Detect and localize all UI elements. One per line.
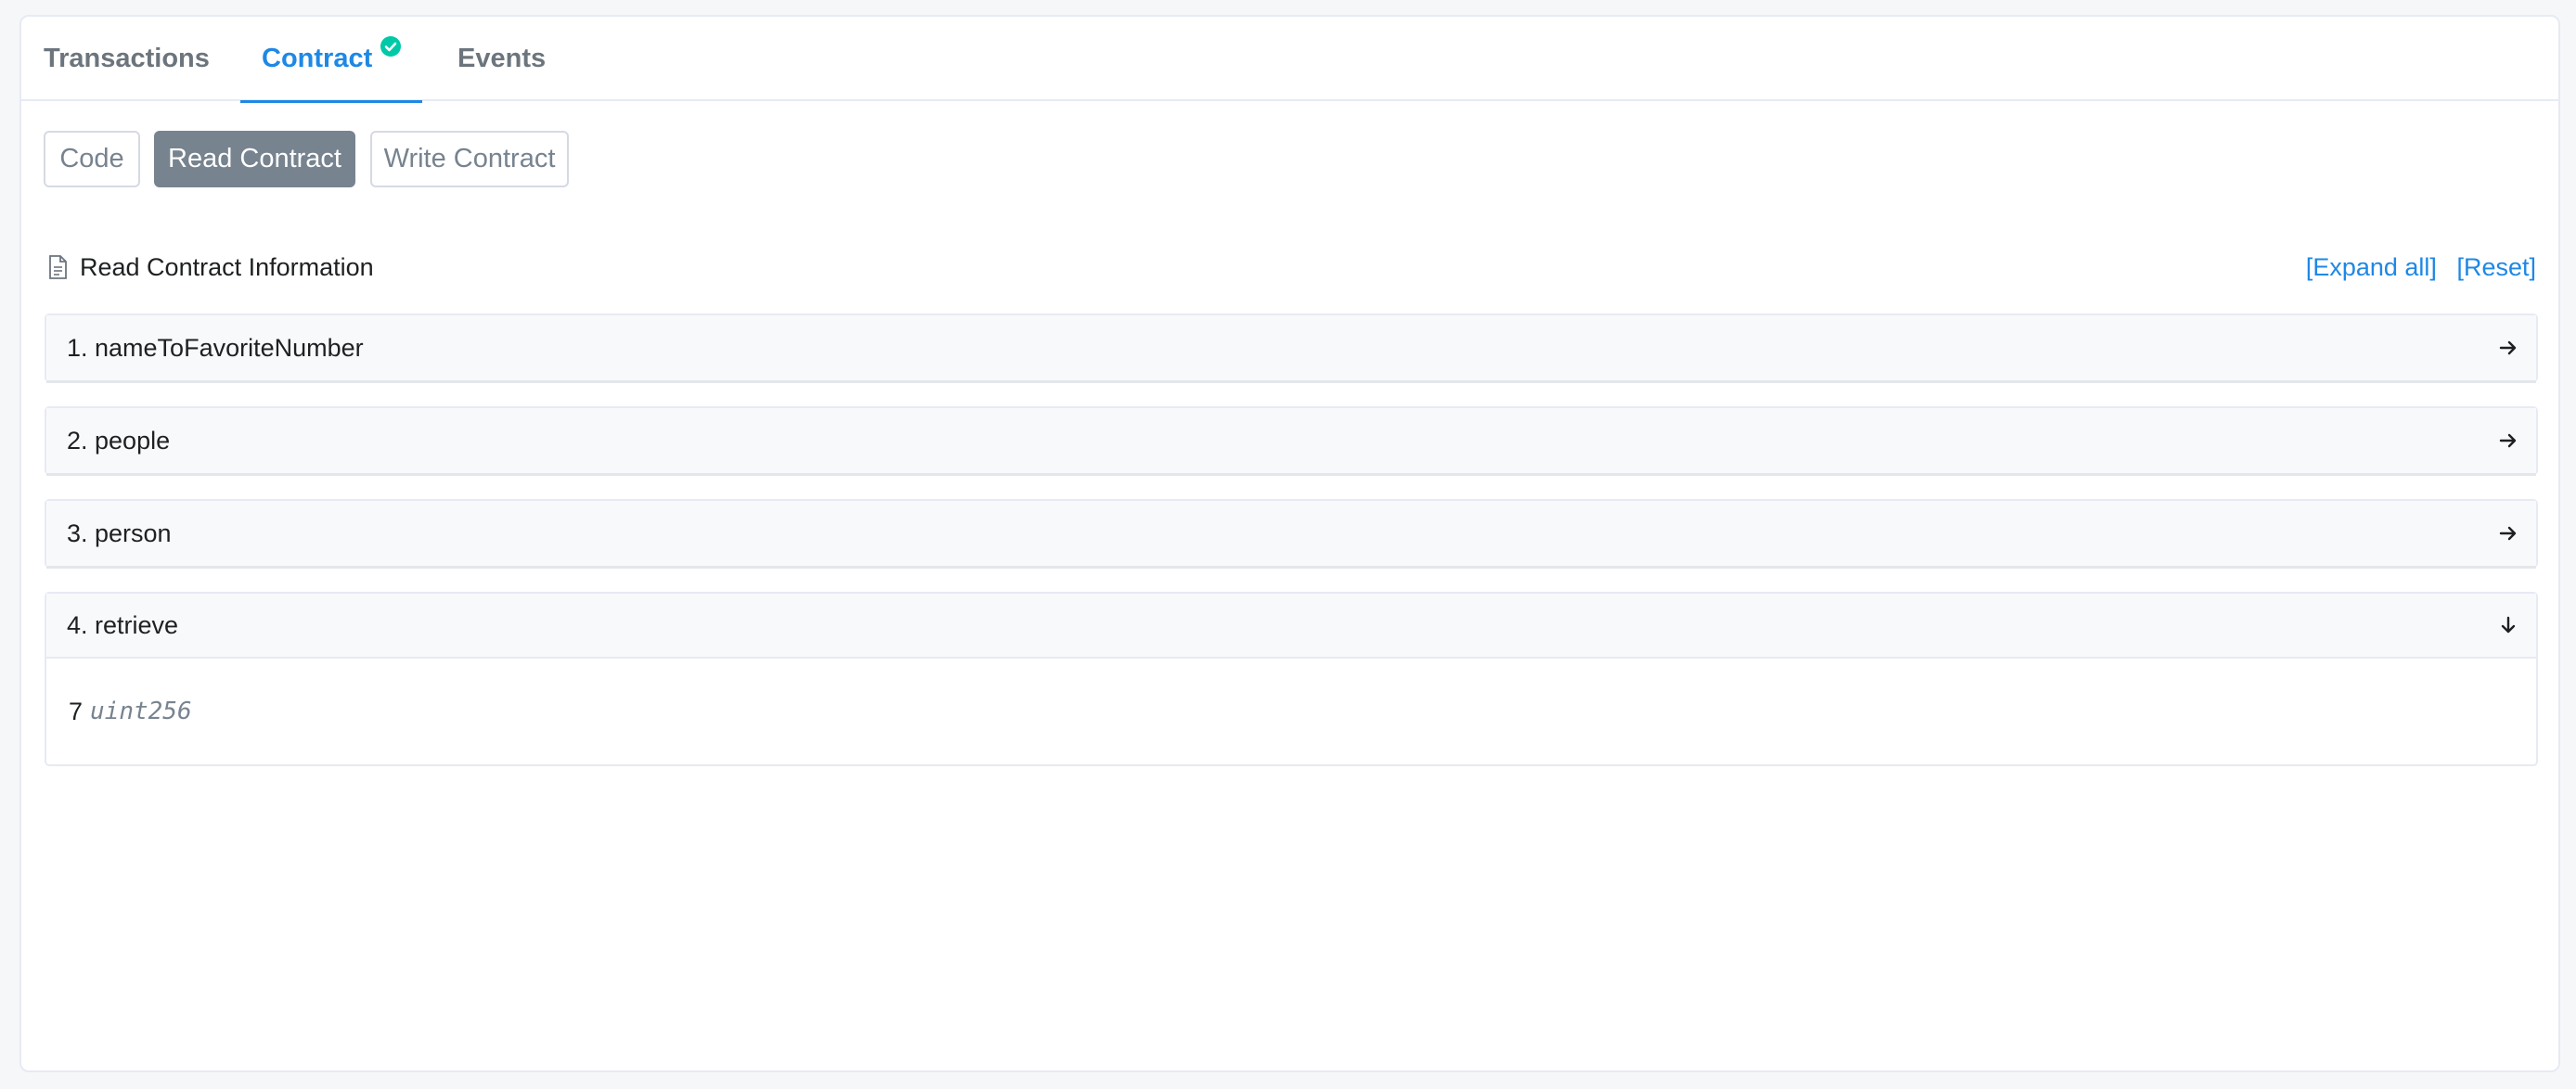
arrow-right-icon — [2499, 433, 2517, 448]
code-button[interactable]: Code — [44, 131, 140, 187]
function-header[interactable]: 3. person — [46, 501, 2536, 566]
function-header[interactable]: 1. nameToFavoriteNumber — [46, 315, 2536, 380]
tab-contract-label: Contract — [262, 44, 373, 73]
function-item-people: 2. people — [45, 406, 2538, 475]
function-header[interactable]: 2. people — [46, 408, 2536, 473]
function-header[interactable]: 4. retrieve — [46, 594, 2536, 659]
arrow-right-icon — [2499, 526, 2517, 541]
function-label: 2. people — [67, 426, 171, 455]
tab-bar: Transactions Contract Events — [21, 17, 2558, 103]
read-contract-info-row: Read Contract Information [Expand all] [… — [48, 249, 2536, 286]
info-title: Read Contract Information — [80, 252, 374, 281]
function-result: 7 uint256 — [46, 659, 2536, 764]
info-heading: Read Contract Information — [48, 253, 374, 282]
arrow-right-icon — [2499, 340, 2517, 355]
function-item-retrieve: 4. retrieve 7 uint256 — [45, 592, 2538, 766]
tab-events[interactable]: Events — [457, 17, 546, 101]
result-type: uint256 — [90, 698, 192, 725]
read-contract-button[interactable]: Read Contract — [154, 131, 355, 187]
read-contract-button-label: Read Contract — [168, 144, 341, 173]
expand-all-link[interactable]: [Expand all] — [2306, 253, 2437, 281]
active-tab-indicator — [240, 100, 422, 103]
result-value: 7 — [69, 697, 84, 725]
code-button-label: Code — [59, 144, 124, 173]
verified-check-icon — [380, 36, 401, 57]
function-label: 4. retrieve — [67, 610, 179, 639]
contract-card: Transactions Contract Events Code Read C… — [19, 15, 2560, 1072]
function-item-nametofavoritenumber: 1. nameToFavoriteNumber — [45, 314, 2538, 382]
arrow-down-icon — [2501, 616, 2516, 634]
document-icon — [49, 255, 67, 279]
write-contract-button-label: Write Contract — [383, 144, 556, 173]
function-item-person: 3. person — [45, 499, 2538, 568]
tab-events-label: Events — [457, 44, 547, 73]
tab-transactions[interactable]: Transactions — [44, 17, 210, 101]
tab-transactions-label: Transactions — [44, 44, 210, 73]
tab-contract[interactable]: Contract — [240, 17, 422, 103]
write-contract-button[interactable]: Write Contract — [370, 131, 569, 187]
reset-link[interactable]: [Reset] — [2456, 253, 2536, 281]
info-links: [Expand all] [Reset] — [2293, 253, 2536, 282]
function-label: 1. nameToFavoriteNumber — [67, 333, 364, 362]
function-label: 3. person — [67, 519, 172, 547]
